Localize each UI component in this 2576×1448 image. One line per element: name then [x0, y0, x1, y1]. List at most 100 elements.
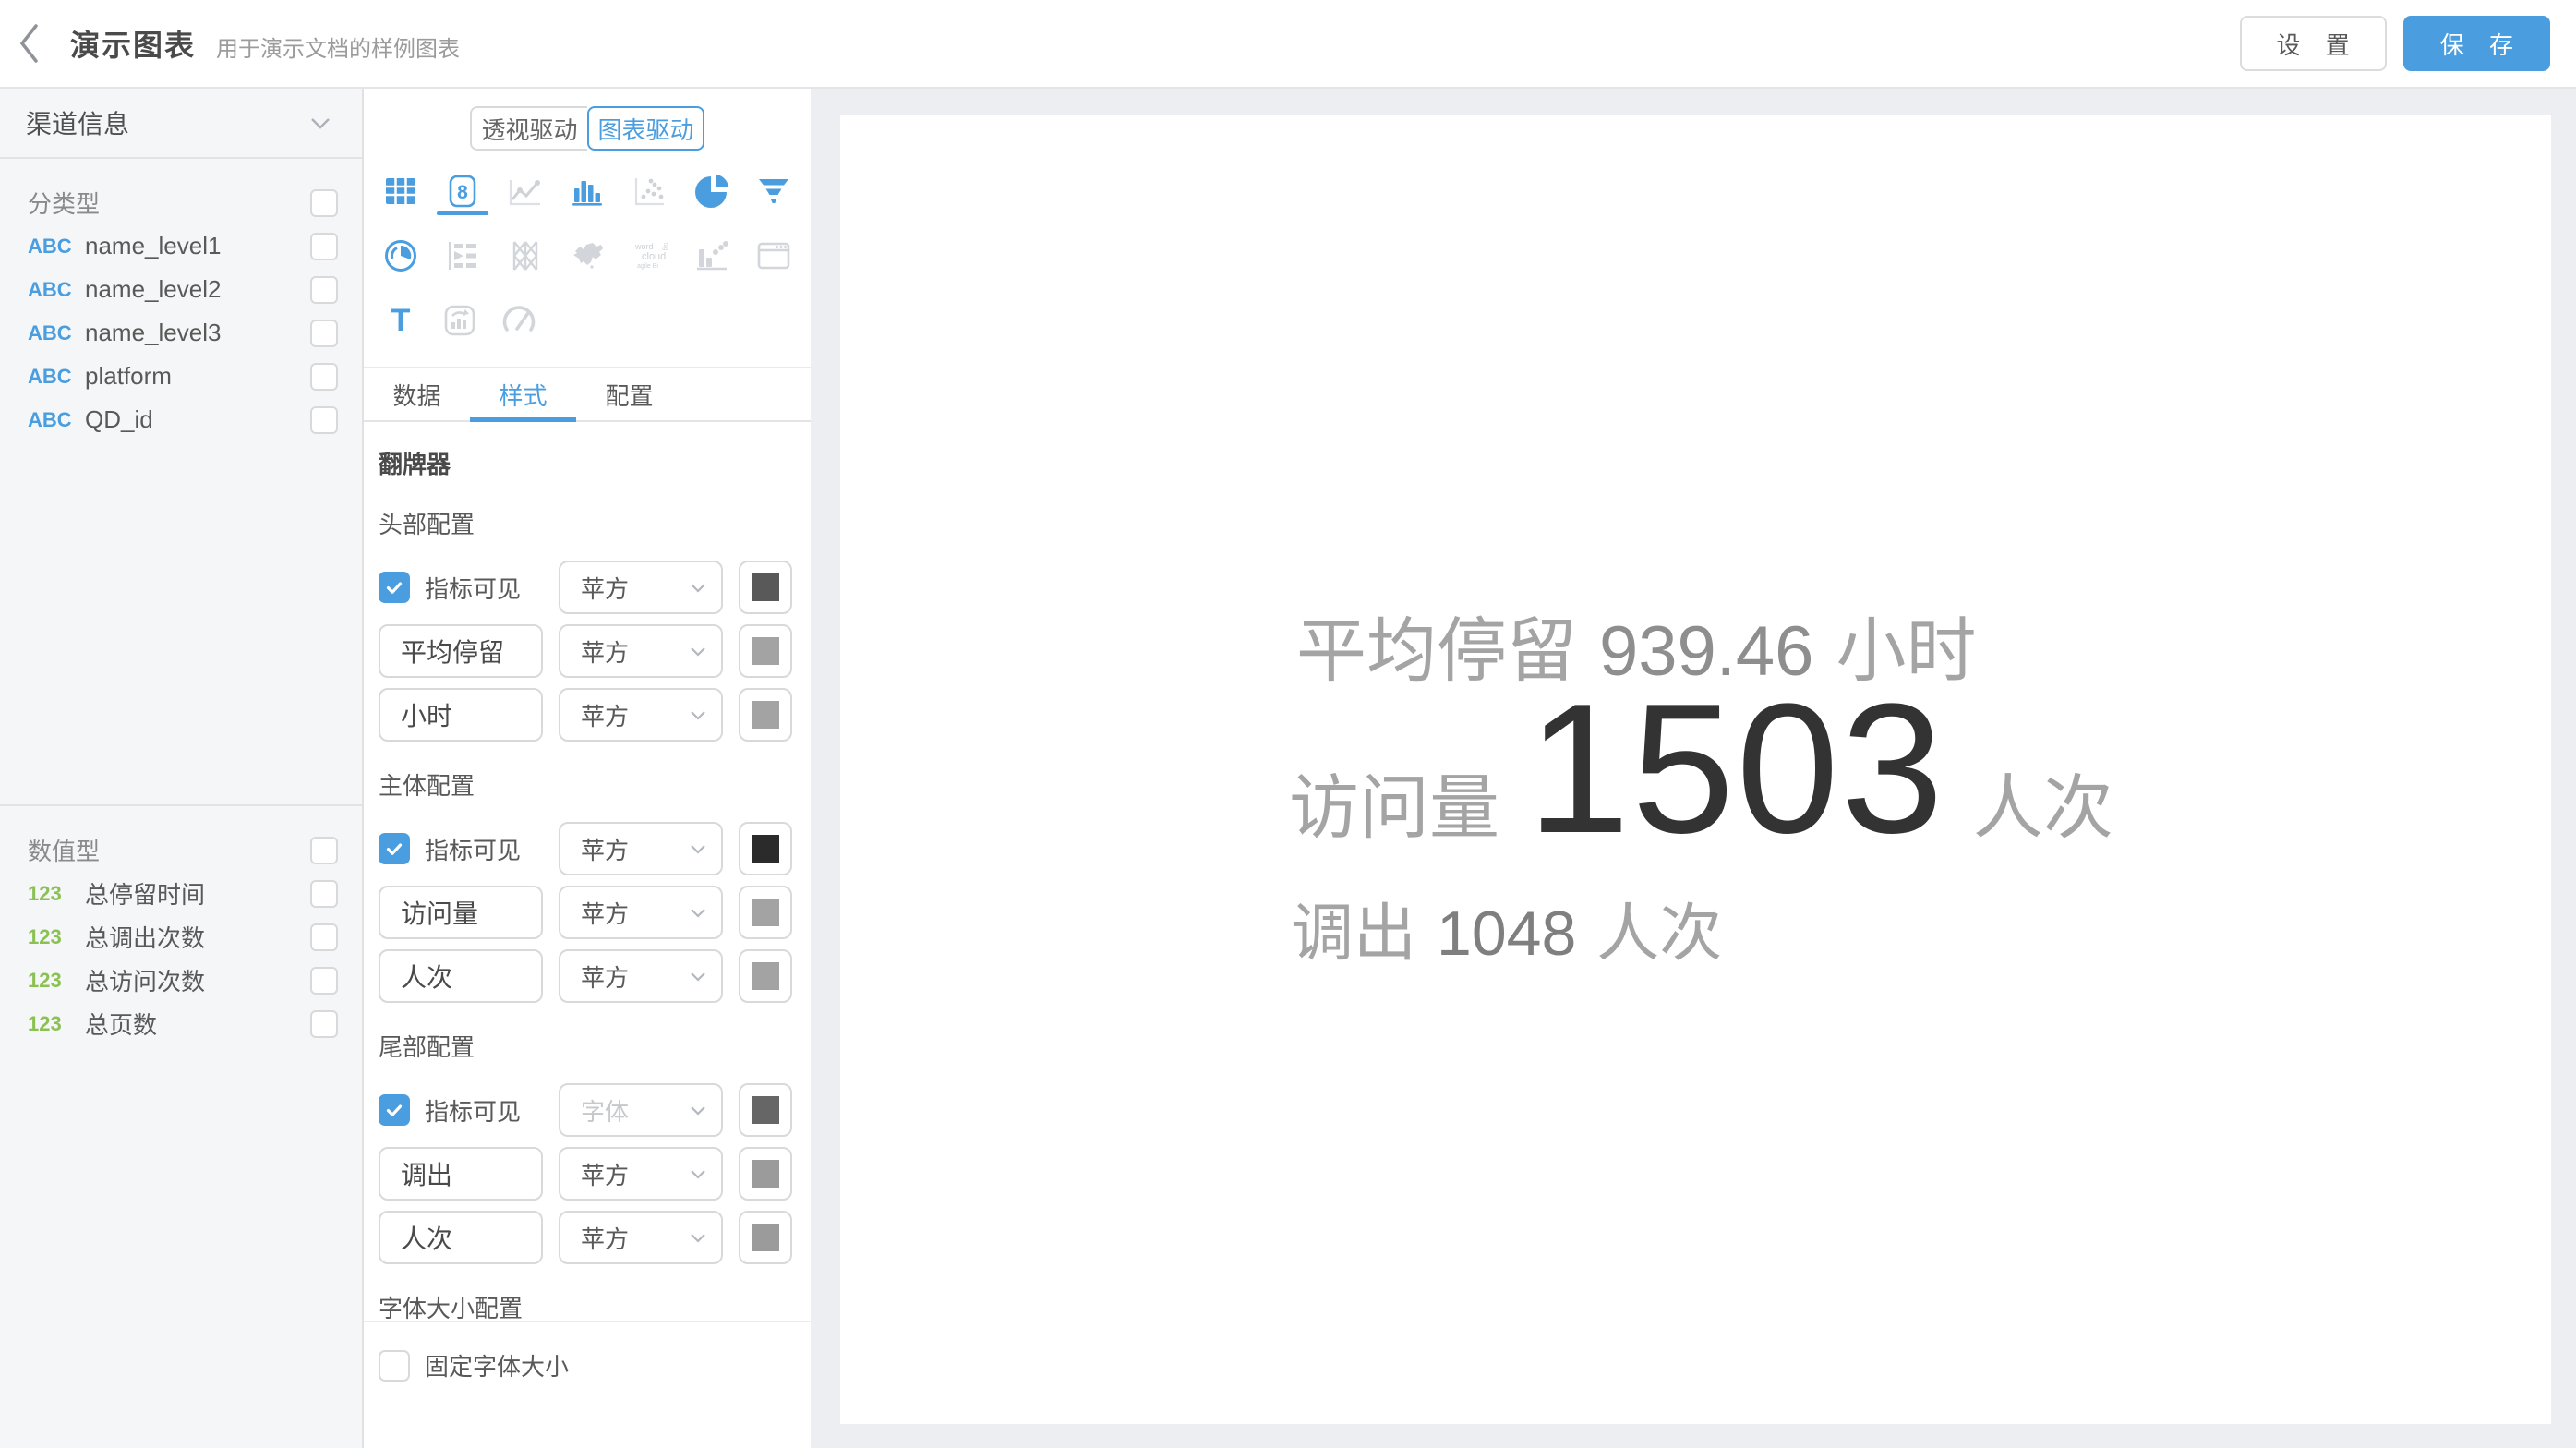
widget-type-title: 翻牌器	[379, 446, 798, 480]
dimension-group-checkbox[interactable]	[310, 189, 338, 217]
footer-prefix-font-select[interactable]: 苹方	[559, 1147, 723, 1201]
body-metric-color-picker[interactable]	[739, 822, 792, 875]
chart-type-text-widget-icon[interactable]: T	[382, 302, 419, 344]
chevron-left-icon	[17, 21, 41, 66]
field-checkbox[interactable]	[310, 967, 338, 995]
flip-card-preview: 平均停留 939.46 小时 访问量 1503 人次 调出 1048 人次	[840, 115, 2551, 1424]
field-row-total-callout[interactable]: 123 总调出次数	[0, 915, 362, 959]
chevron-down-icon	[690, 646, 706, 657]
header-suffix-input[interactable]	[379, 688, 543, 742]
header-metric-font-select[interactable]: 苹方	[559, 561, 723, 614]
style-panel: 翻牌器 头部配置 指标可见 苹方	[364, 422, 811, 1322]
chart-type-gantt-chart-icon[interactable]	[444, 237, 481, 280]
field-row-platform[interactable]: ABC platform	[0, 355, 362, 398]
settings-button[interactable]: 设 置	[2240, 16, 2387, 71]
check-icon	[384, 577, 404, 597]
footer-metric-color-picker[interactable]	[739, 1083, 792, 1137]
kpi-body-line: 访问量 1503 人次	[1289, 677, 2113, 862]
metric-visible-label: 指标可见	[425, 1093, 521, 1128]
header-metric-row: 指标可见 苹方	[379, 561, 798, 614]
tab-pivot-driven[interactable]: 透视驱动	[470, 106, 587, 151]
footer-suffix-color-picker[interactable]	[739, 1211, 792, 1264]
field-checkbox[interactable]	[310, 320, 338, 347]
chart-type-combo-chart-icon[interactable]	[693, 237, 730, 280]
header-prefix-font-select[interactable]: 苹方	[559, 624, 723, 678]
body-prefix-color-picker[interactable]	[739, 886, 792, 939]
header-suffix-font-select[interactable]: 苹方	[559, 688, 723, 742]
field-row-total-stay-time[interactable]: 123 总停留时间	[0, 872, 362, 915]
field-checkbox[interactable]	[310, 1010, 338, 1038]
string-type-badge: ABC	[28, 321, 76, 345]
footer-suffix-row: 苹方	[379, 1211, 798, 1264]
body-suffix-color-picker[interactable]	[739, 949, 792, 1003]
string-type-badge: ABC	[28, 235, 76, 259]
chart-type-flip-card-icon[interactable]: 8	[444, 173, 481, 215]
field-checkbox[interactable]	[310, 923, 338, 951]
kpi-body-prefix: 访问量	[1289, 751, 1499, 852]
tab-data[interactable]: 数据	[364, 368, 470, 420]
header-metric-color-picker[interactable]	[739, 561, 792, 614]
measure-group-checkbox[interactable]	[310, 837, 338, 864]
field-checkbox[interactable]	[310, 363, 338, 391]
header-suffix-color-picker[interactable]	[739, 688, 792, 742]
body-suffix-input[interactable]	[379, 949, 543, 1003]
chart-type-iframe-widget-icon[interactable]	[755, 237, 792, 280]
footer-prefix-input[interactable]	[379, 1147, 543, 1201]
chart-type-bar-chart-icon[interactable]	[569, 173, 606, 215]
chart-type-line-chart-icon[interactable]	[507, 173, 544, 215]
dataset-selector[interactable]: 渠道信息	[0, 89, 362, 159]
footer-prefix-color-picker[interactable]	[739, 1147, 792, 1201]
chevron-down-icon	[690, 1169, 706, 1179]
chart-type-radar-chart-icon[interactable]	[382, 237, 419, 280]
chart-type-trellis-chart-icon[interactable]	[507, 237, 544, 280]
measure-group-header: 数值型	[0, 828, 362, 872]
field-checkbox[interactable]	[310, 233, 338, 260]
kpi-body-suffix: 人次	[1973, 751, 2113, 852]
chevron-down-icon	[690, 1105, 706, 1116]
chart-type-china-map-icon[interactable]	[569, 237, 606, 280]
font-size-config-title: 字体大小配置	[379, 1290, 798, 1324]
field-row-name-level2[interactable]: ABC name_level2	[0, 268, 362, 311]
chart-type-metric-card-icon[interactable]	[441, 302, 478, 344]
chart-type-table-icon[interactable]	[382, 173, 419, 215]
chart-type-pie-chart-icon[interactable]	[693, 173, 730, 215]
footer-metric-row: 指标可见 字体	[379, 1083, 798, 1137]
dimension-group-header: 分类型	[0, 181, 362, 224]
save-button[interactable]: 保 存	[2403, 16, 2550, 71]
body-metric-visible-checkbox[interactable]	[379, 833, 410, 864]
tab-chart-driven[interactable]: 图表驱动	[587, 106, 704, 151]
chart-type-gauge-chart-icon[interactable]	[500, 302, 537, 344]
field-row-name-level3[interactable]: ABC name_level3	[0, 311, 362, 355]
field-checkbox[interactable]	[310, 406, 338, 434]
tab-style[interactable]: 样式	[470, 368, 576, 420]
field-row-total-visits[interactable]: 123 总访问次数	[0, 959, 362, 1002]
field-checkbox[interactable]	[310, 880, 338, 908]
header-prefix-color-picker[interactable]	[739, 624, 792, 678]
dimension-group: 分类型 ABC name_level1 ABC name_level2 ABC …	[0, 159, 362, 806]
field-row-name-level1[interactable]: ABC name_level1	[0, 224, 362, 268]
footer-metric-visible-checkbox[interactable]	[379, 1094, 410, 1126]
back-button[interactable]	[17, 16, 57, 71]
footer-metric-font-select[interactable]: 字体	[559, 1083, 723, 1137]
chart-type-scatter-chart-icon[interactable]	[631, 173, 668, 215]
footer-suffix-font-select[interactable]: 苹方	[559, 1211, 723, 1264]
metric-visible-label: 指标可见	[425, 832, 521, 866]
body-suffix-font-select[interactable]: 苹方	[559, 949, 723, 1003]
header-prefix-row: 苹方	[379, 624, 798, 678]
svg-text:cloud: cloud	[642, 251, 666, 262]
field-row-qd-id[interactable]: ABC QD_id	[0, 398, 362, 441]
body-metric-font-select[interactable]: 苹方	[559, 822, 723, 875]
footer-suffix-input[interactable]	[379, 1211, 543, 1264]
header-metric-visible-checkbox[interactable]	[379, 572, 410, 603]
field-row-total-pages[interactable]: 123 总页数	[0, 1002, 362, 1045]
field-checkbox[interactable]	[310, 276, 338, 304]
svg-text:tag: tag	[662, 243, 668, 250]
body-prefix-font-select[interactable]: 苹方	[559, 886, 723, 939]
string-type-badge: ABC	[28, 365, 76, 389]
fixed-font-size-checkbox[interactable]	[379, 1350, 410, 1382]
tab-config[interactable]: 配置	[576, 368, 682, 420]
body-prefix-input[interactable]	[379, 886, 543, 939]
chart-type-funnel-chart-icon[interactable]	[755, 173, 792, 215]
header-prefix-input[interactable]	[379, 624, 543, 678]
chart-type-word-cloud-icon[interactable]: wordcloudagile Bitag	[631, 237, 668, 280]
